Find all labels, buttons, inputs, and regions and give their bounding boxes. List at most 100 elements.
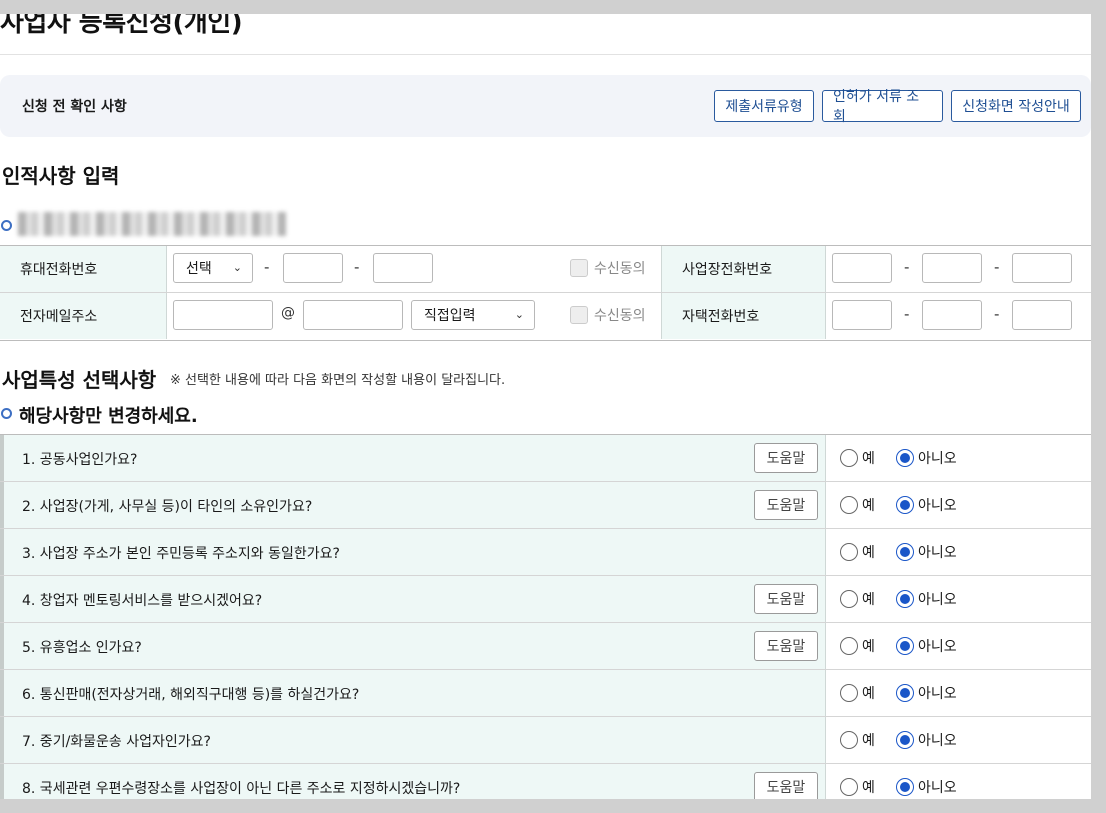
radio-label: 예 <box>862 451 875 467</box>
yes-radio[interactable]: 예 <box>840 636 875 656</box>
radio-circle[interactable] <box>840 590 858 608</box>
no-radio[interactable]: 아니오 <box>896 542 957 562</box>
email-id-input[interactable] <box>173 300 273 330</box>
biz-phone-last-input[interactable] <box>1012 253 1072 283</box>
question-row: 8. 국세관련 우편수령장소를 사업장이 아닌 다른 주소로 지정하시겠습니까?… <box>0 764 1091 799</box>
row-edge <box>0 623 4 669</box>
biz-phone-first-input[interactable] <box>832 253 892 283</box>
radio-circle[interactable] <box>896 449 914 467</box>
business-section-note: ※ 선택한 내용에 따라 다음 화면의 작성할 내용이 달라집니다. <box>170 373 506 388</box>
question-cell: 7. 중기/화물운송 사업자인가요? <box>0 717 826 763</box>
biz-phone-middle-input[interactable] <box>922 253 982 283</box>
yes-radio[interactable]: 예 <box>840 448 875 468</box>
radio-circle[interactable] <box>896 637 914 655</box>
bullet-icon <box>1 220 12 231</box>
row-edge <box>0 670 4 716</box>
no-radio[interactable]: 아니오 <box>896 448 957 468</box>
yes-radio[interactable]: 예 <box>840 777 875 797</box>
radio-circle[interactable] <box>896 731 914 749</box>
radio-circle[interactable] <box>840 778 858 796</box>
no-radio[interactable]: 아니오 <box>896 777 957 797</box>
radio-circle[interactable] <box>896 496 914 514</box>
yes-radio[interactable]: 예 <box>840 542 875 562</box>
radio-circle[interactable] <box>840 543 858 561</box>
radio-circle[interactable] <box>840 637 858 655</box>
email-label: 전자메일주소 <box>0 293 167 339</box>
help-button[interactable]: 도움말 <box>754 772 818 799</box>
radio-label: 아니오 <box>918 592 957 608</box>
question-text: 7. 중기/화물운송 사업자인가요? <box>22 734 211 750</box>
help-button[interactable]: 도움말 <box>754 443 818 473</box>
radio-label: 예 <box>862 639 875 655</box>
home-phone-last-input[interactable] <box>1012 300 1072 330</box>
radio-label: 아니오 <box>918 733 957 749</box>
email-consent-checkbox[interactable] <box>570 306 588 324</box>
help-button[interactable]: 도움말 <box>754 631 818 661</box>
permit-docs-lookup-button[interactable]: 인허가 서류 조회 <box>822 89 943 125</box>
row-edge <box>0 764 4 799</box>
question-text: 5. 유흥업소 인가요? <box>22 640 142 656</box>
blurred-info <box>18 212 286 236</box>
question-cell: 3. 사업장 주소가 본인 주민등록 주소지와 동일한가요? <box>0 529 826 575</box>
question-row: 5. 유흥업소 인가요? 도움말 예 아니오 <box>0 623 1091 670</box>
mobile-middle-input[interactable] <box>283 253 343 283</box>
radio-circle[interactable] <box>896 590 914 608</box>
bullet-icon <box>1 408 12 419</box>
radio-circle[interactable] <box>896 778 914 796</box>
radio-label: 아니오 <box>918 451 957 467</box>
question-cell: 2. 사업장(가게, 사무실 등)이 타인의 소유인가요? 도움말 <box>0 482 826 528</box>
question-row: 2. 사업장(가게, 사무실 등)이 타인의 소유인가요? 도움말 예 아니오 <box>0 482 1091 529</box>
radio-label: 예 <box>862 498 875 514</box>
question-row: 1. 공동사업인가요? 도움말 예 아니오 <box>0 435 1091 482</box>
home-phone-middle-input[interactable] <box>922 300 982 330</box>
email-domain-select[interactable]: 직접입력 ⌄ <box>411 300 535 330</box>
email-consent[interactable]: 수신동의 <box>570 305 646 325</box>
radio-circle[interactable] <box>840 731 858 749</box>
sms-consent[interactable]: 수신동의 <box>570 258 646 278</box>
question-row: 7. 중기/화물운송 사업자인가요? 예 아니오 <box>0 717 1091 764</box>
page-title: 사업자 등록신청(개인) <box>0 14 243 38</box>
radio-circle[interactable] <box>896 684 914 702</box>
email-consent-label: 수신동의 <box>594 308 646 324</box>
no-radio[interactable]: 아니오 <box>896 636 957 656</box>
question-table: 1. 공동사업인가요? 도움말 예 아니오 2. 사업장(가게, 사무실 등)이 타인의… <box>0 434 1091 799</box>
change-only-subtitle: 해당사항만 변경하세요. <box>19 406 198 427</box>
radio-circle[interactable] <box>840 449 858 467</box>
yes-radio[interactable]: 예 <box>840 589 875 609</box>
question-cell: 1. 공동사업인가요? 도움말 <box>0 435 826 481</box>
form-guide-button[interactable]: 신청화면 작성안내 <box>951 90 1081 122</box>
question-cell: 6. 통신판매(전자상거래, 해외직구대행 등)를 하실건가요? <box>0 670 826 716</box>
radio-circle[interactable] <box>840 496 858 514</box>
radio-circle[interactable] <box>896 543 914 561</box>
radio-circle[interactable] <box>840 684 858 702</box>
dash: - <box>264 258 270 276</box>
email-domain-input[interactable] <box>303 300 403 330</box>
radio-label: 아니오 <box>918 780 957 796</box>
row-edge <box>0 576 4 622</box>
question-text: 3. 사업장 주소가 본인 주민등록 주소지와 동일한가요? <box>22 546 340 562</box>
mobile-last-input[interactable] <box>373 253 433 283</box>
no-radio[interactable]: 아니오 <box>896 683 957 703</box>
help-button[interactable]: 도움말 <box>754 584 818 614</box>
submit-docs-type-button[interactable]: 제출서류유형 <box>714 90 814 122</box>
home-phone-first-input[interactable] <box>832 300 892 330</box>
row-edge <box>0 529 4 575</box>
question-cell: 4. 창업자 멘토링서비스를 받으시겠어요? 도움말 <box>0 576 826 622</box>
radio-label: 아니오 <box>918 545 957 561</box>
sms-consent-checkbox[interactable] <box>570 259 588 277</box>
radio-label: 아니오 <box>918 498 957 514</box>
contact-grid: 휴대전화번호 선택 ⌄ - - 수신동의 사업장전화번호 - - 전자메일주소 … <box>0 245 1091 341</box>
yes-radio[interactable]: 예 <box>840 495 875 515</box>
radio-label: 예 <box>862 733 875 749</box>
question-cell: 5. 유흥업소 인가요? 도움말 <box>0 623 826 669</box>
yes-radio[interactable]: 예 <box>840 683 875 703</box>
dash: - <box>904 305 910 323</box>
mobile-prefix-select[interactable]: 선택 ⌄ <box>173 253 253 283</box>
question-text: 4. 창업자 멘토링서비스를 받으시겠어요? <box>22 593 263 609</box>
radio-label: 아니오 <box>918 639 957 655</box>
no-radio[interactable]: 아니오 <box>896 495 957 515</box>
yes-radio[interactable]: 예 <box>840 730 875 750</box>
no-radio[interactable]: 아니오 <box>896 730 957 750</box>
no-radio[interactable]: 아니오 <box>896 589 957 609</box>
help-button[interactable]: 도움말 <box>754 490 818 520</box>
